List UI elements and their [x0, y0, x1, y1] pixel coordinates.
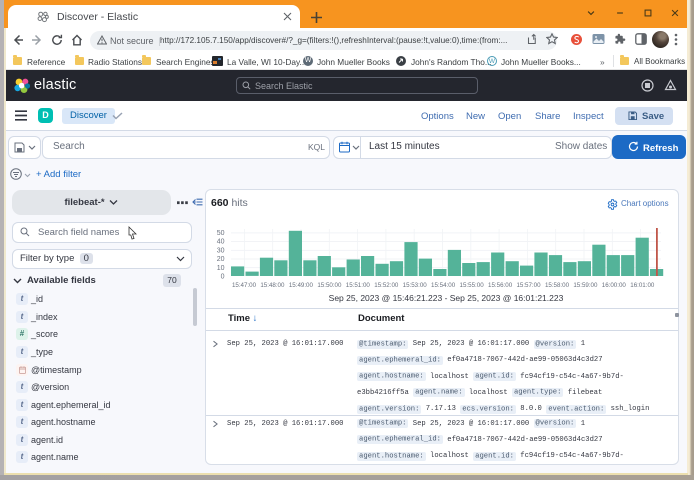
- svg-text:0: 0: [221, 274, 225, 281]
- svg-text:10: 10: [217, 265, 225, 272]
- svg-text:50: 50: [217, 230, 225, 237]
- svg-text:40: 40: [217, 239, 225, 246]
- svg-text:30: 30: [217, 247, 225, 254]
- svg-text:20: 20: [217, 256, 225, 263]
